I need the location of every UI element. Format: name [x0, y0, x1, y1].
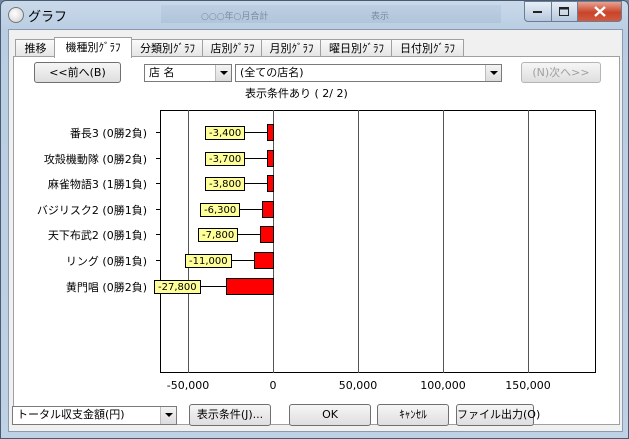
metric-select[interactable]: トータル収支金額(円)	[12, 406, 177, 425]
tab-date-graph[interactable]: 日付別ｸﾞﾗﾌ	[391, 39, 464, 57]
dialog-client: 推移 機種別ｸﾞﾗﾌ 分類別ｸﾞﾗﾌ 店別ｸﾞﾗﾌ 月別ｸﾞﾗﾌ 曜日別ｸﾞﾗﾌ…	[8, 29, 623, 432]
leader-line	[240, 209, 262, 210]
category-label: 麻雀物語3 (1勝1負)	[47, 178, 147, 191]
data-label: -11,000	[185, 254, 232, 268]
minimize-icon	[533, 10, 542, 13]
data-bar	[267, 175, 274, 192]
leader-line	[201, 286, 226, 287]
field-select-value: 店 名	[149, 66, 175, 79]
field-select[interactable]: 店 名	[144, 64, 232, 82]
background-window-text: 表示	[371, 12, 390, 22]
chevron-down-icon[interactable]	[215, 65, 231, 81]
gridline	[528, 110, 529, 373]
cancel-button[interactable]: ｷｬﾝｾﾙ	[377, 404, 449, 426]
data-bar	[260, 226, 274, 243]
window-title: グラフ	[28, 10, 68, 25]
tab-trend[interactable]: 推移	[15, 39, 56, 57]
category-label: 番長3 (0勝2負)	[69, 127, 147, 140]
x-tick-label: 150,000	[505, 379, 551, 392]
app-icon	[8, 7, 24, 23]
data-label: -27,800	[154, 280, 201, 294]
gridline	[358, 110, 359, 373]
data-bar	[226, 278, 274, 295]
close-icon	[593, 6, 606, 17]
gridline	[188, 110, 189, 373]
leader-line	[238, 234, 260, 235]
category-label: リング (0勝1負)	[65, 255, 147, 268]
ok-button[interactable]: OK	[289, 404, 371, 426]
data-bar	[254, 252, 274, 269]
gridline	[443, 110, 444, 373]
data-bar	[267, 150, 274, 167]
category-label: 天下布武2 (0勝1負)	[47, 229, 147, 242]
data-label: -3,700	[205, 152, 246, 166]
x-tick-label: 50,000	[338, 379, 378, 392]
x-tick-label: 0	[269, 379, 277, 392]
tab-model-graph[interactable]: 機種別ｸﾞﾗﾌ	[54, 37, 132, 58]
y-tick-mark	[156, 132, 160, 133]
title-bar[interactable]: グラフ ○○○年○月合計 表示	[1, 1, 628, 29]
data-label: -3,800	[205, 177, 246, 191]
metric-select-value: トータル収支金額(円)	[17, 408, 125, 421]
leader-line	[245, 132, 267, 133]
background-window-strip: ○○○年○月合計 表示	[161, 5, 501, 23]
data-bar	[267, 124, 274, 141]
close-button[interactable]	[578, 1, 622, 22]
data-label: -6,300	[200, 203, 241, 217]
x-tick-label: 100,000	[420, 379, 466, 392]
background-window-text: ○○○年○月合計	[201, 12, 269, 22]
leader-line	[232, 260, 254, 261]
category-label: 黄門唱 (0勝2負)	[65, 281, 147, 294]
leader-line	[245, 158, 267, 159]
y-tick-mark	[156, 234, 160, 235]
graph-window: グラフ ○○○年○月合計 表示 推移 機種別ｸﾞﾗﾌ 分類別ｸﾞﾗﾌ 店別ｸﾞﾗ…	[0, 0, 629, 439]
store-select[interactable]: (全ての店名)	[235, 64, 502, 82]
tab-month-graph[interactable]: 月別ｸﾞﾗﾌ	[261, 39, 322, 57]
condition-status: 表示条件あり ( 2/ 2)	[245, 87, 348, 100]
export-file-button[interactable]: ファイル出力(O)	[456, 404, 540, 426]
data-bar	[262, 201, 274, 218]
prev-button[interactable]: <<前へ(B)	[34, 62, 121, 83]
tab-category-graph[interactable]: 分類別ｸﾞﾗﾌ	[131, 39, 204, 57]
y-tick-mark	[156, 209, 160, 210]
maximize-icon	[559, 6, 569, 16]
store-select-value: (全ての店名)	[240, 66, 304, 79]
leader-line	[245, 183, 267, 184]
x-tick-label: -50,000	[166, 379, 210, 392]
data-label: -7,800	[198, 228, 239, 242]
data-label: -3,400	[205, 126, 246, 140]
y-tick-mark	[156, 158, 160, 159]
y-tick-mark	[156, 260, 160, 261]
tab-weekday-graph[interactable]: 曜日別ｸﾞﾗﾌ	[320, 39, 393, 57]
minimize-button[interactable]	[524, 1, 552, 22]
tab-store-graph[interactable]: 店別ｸﾞﾗﾌ	[202, 39, 263, 57]
y-tick-mark	[156, 183, 160, 184]
category-label: 攻殻機動隊 (0勝2負)	[43, 153, 147, 166]
category-label: バジリスク2 (0勝1負)	[36, 204, 147, 217]
display-condition-button[interactable]: 表示条件(J)...	[189, 404, 271, 426]
next-button[interactable]: (N)次へ>>	[521, 62, 601, 83]
chevron-down-icon[interactable]	[485, 65, 501, 81]
chevron-down-icon[interactable]	[160, 407, 176, 424]
maximize-button[interactable]	[552, 1, 578, 22]
